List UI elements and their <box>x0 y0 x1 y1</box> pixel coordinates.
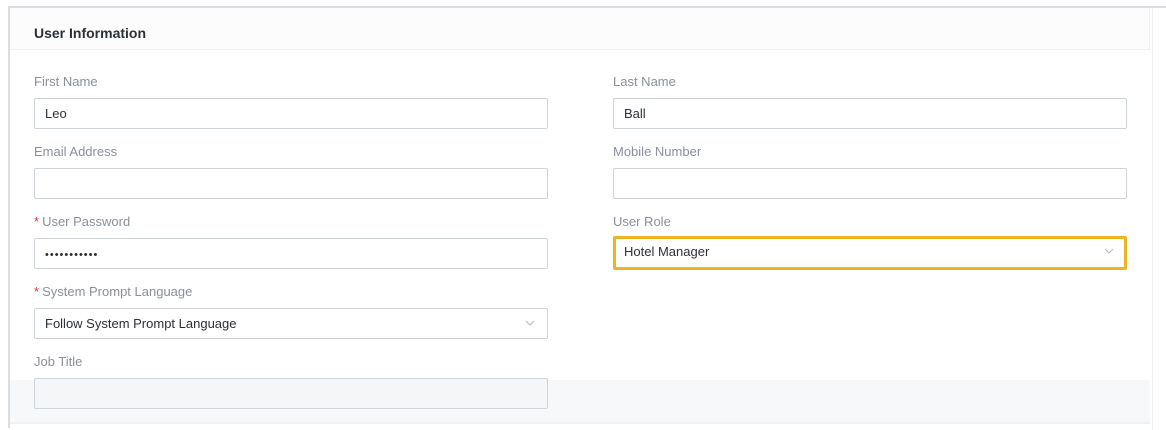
scrollbar-track[interactable] <box>1152 8 1166 430</box>
first-name-field[interactable]: Leo <box>34 98 548 129</box>
language-label-text: System Prompt Language <box>42 284 193 299</box>
panel-title: User Information <box>34 25 147 41</box>
required-asterisk: * <box>34 284 40 299</box>
first-name-value: Leo <box>45 106 67 121</box>
panel-header: User Information <box>10 8 1150 50</box>
required-asterisk: * <box>34 214 40 229</box>
language-label: * System Prompt Language <box>34 284 192 299</box>
job-title-label: Job Title <box>34 354 83 369</box>
user-information-panel: User Information First Name Leo Last Nam… <box>8 6 1166 430</box>
mobile-field[interactable] <box>613 168 1127 199</box>
user-role-value: Hotel Manager <box>624 244 710 259</box>
job-title-field[interactable] <box>34 378 548 409</box>
language-value: Follow System Prompt Language <box>45 316 237 331</box>
last-name-field[interactable]: Ball <box>613 98 1127 129</box>
first-name-label: First Name <box>34 74 98 89</box>
chevron-down-icon <box>525 320 535 326</box>
password-value: ••••••••••• <box>45 249 99 261</box>
password-label: * User Password <box>34 214 130 229</box>
last-name-label: Last Name <box>613 74 676 89</box>
divider <box>10 422 1150 424</box>
user-role-label: User Role <box>613 214 671 229</box>
user-role-select[interactable]: Hotel Manager <box>613 236 1127 270</box>
password-label-text: User Password <box>42 214 131 229</box>
email-label: Email Address <box>34 144 118 159</box>
email-field[interactable] <box>34 168 548 199</box>
chevron-down-icon <box>1104 248 1114 254</box>
mobile-label: Mobile Number <box>613 144 702 159</box>
last-name-value: Ball <box>624 106 646 121</box>
language-select[interactable]: Follow System Prompt Language <box>34 308 548 339</box>
password-field[interactable]: ••••••••••• <box>34 238 548 269</box>
